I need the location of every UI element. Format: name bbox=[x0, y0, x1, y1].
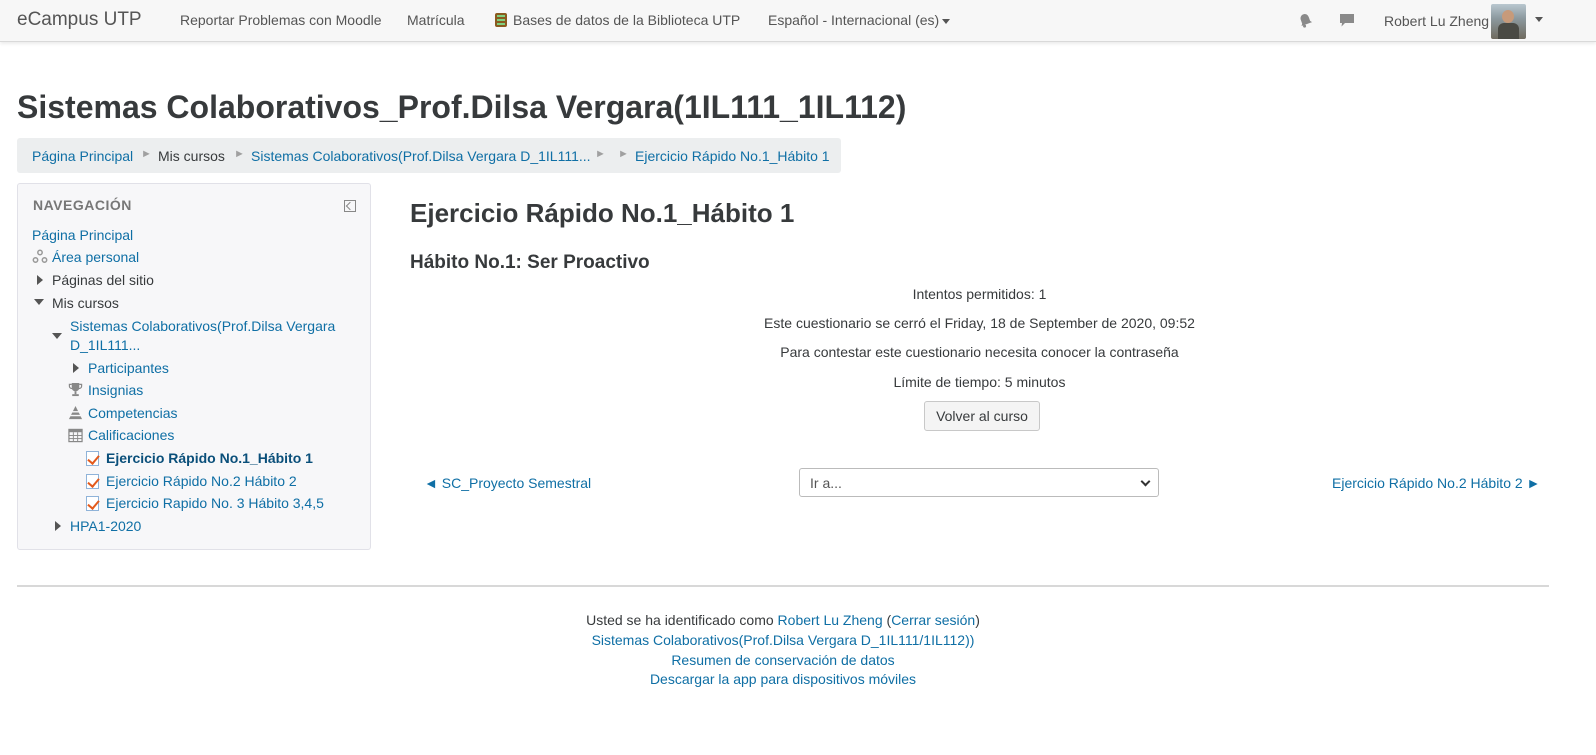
nav-item-participants[interactable]: Participantes bbox=[88, 359, 169, 377]
notifications-bell-icon[interactable] bbox=[1298, 13, 1313, 28]
chevron-down-icon bbox=[942, 18, 951, 24]
nav-item-quiz-1-active[interactable]: Ejercicio Rápido No.1_Hábito 1 bbox=[106, 449, 313, 467]
navigation-block-title: NAVEGACIÓN bbox=[33, 197, 132, 213]
expand-arrow-icon[interactable] bbox=[37, 275, 43, 285]
language-menu[interactable]: Español - Internacional (es) bbox=[768, 12, 951, 28]
nav-item-course[interactable]: Sistemas Colaborativos(Prof.Dilsa Vergar… bbox=[70, 317, 335, 335]
collapse-arrow-icon[interactable] bbox=[34, 299, 44, 305]
back-to-course-button[interactable]: Volver al curso bbox=[924, 401, 1040, 431]
nav-link-library-databases-label: Bases de datos de la Biblioteca UTP bbox=[513, 12, 741, 28]
nav-item-grades[interactable]: Calificaciones bbox=[88, 426, 174, 444]
nav-item-site-pages[interactable]: Páginas del sitio bbox=[52, 271, 154, 289]
page-title: Sistemas Colaborativos_Prof.Dilsa Vergar… bbox=[17, 89, 907, 125]
trophy-icon bbox=[68, 382, 83, 397]
nav-link-report-problems[interactable]: Reportar Problemas con Moodle bbox=[180, 12, 382, 28]
next-activity-link[interactable]: Ejercicio Rápido No.2 Hábito 2 ► bbox=[1332, 475, 1540, 491]
footer-data-retention-link[interactable]: Resumen de conservación de datos bbox=[671, 652, 894, 668]
nav-item-my-courses[interactable]: Mis cursos bbox=[52, 294, 119, 312]
collapse-arrow-icon[interactable] bbox=[52, 333, 62, 339]
dock-block-icon[interactable] bbox=[344, 200, 356, 212]
breadcrumb: Página Principal ► Mis cursos ► Sistemas… bbox=[17, 138, 841, 173]
competencies-icon bbox=[68, 405, 83, 420]
breadcrumb-separator-icon: ► bbox=[595, 148, 606, 160]
nav-item-home[interactable]: Página Principal bbox=[32, 226, 133, 244]
quiz-closed-date: Este cuestionario se cerró el Friday, 18… bbox=[764, 315, 1195, 331]
nav-item-quiz-2[interactable]: Ejercicio Rápido No.2 Hábito 2 bbox=[106, 472, 297, 490]
jump-to-activity-select-value: Ir a... bbox=[810, 475, 842, 491]
nav-item-quiz-3[interactable]: Ejercicio Rapido No. 3 Hábito 3,4,5 bbox=[106, 494, 324, 512]
footer-paren-close: ) bbox=[975, 612, 980, 628]
nav-item-dashboard[interactable]: Área personal bbox=[52, 248, 139, 266]
breadcrumb-home[interactable]: Página Principal bbox=[32, 148, 133, 164]
nav-item-hpa[interactable]: HPA1-2020 bbox=[70, 517, 141, 535]
breadcrumb-separator-icon: ► bbox=[141, 148, 152, 160]
quiz-icon bbox=[86, 474, 99, 489]
jump-to-activity-select[interactable]: Ir a... bbox=[799, 468, 1159, 497]
quiz-subheading: Hábito No.1: Ser Proactivo bbox=[410, 252, 650, 273]
nav-item-badges[interactable]: Insignias bbox=[88, 381, 143, 399]
footer-user-link[interactable]: Robert Lu Zheng bbox=[778, 612, 883, 628]
quiz-icon bbox=[86, 496, 99, 511]
grades-table-icon bbox=[68, 428, 83, 443]
navigation-block: NAVEGACIÓN Página Principal Área persona… bbox=[17, 183, 371, 550]
quiz-time-limit: Límite de tiempo: 5 minutos bbox=[893, 374, 1066, 390]
language-menu-label: Español - Internacional (es) bbox=[768, 12, 940, 28]
footer-course-link[interactable]: Sistemas Colaborativos(Prof.Dilsa Vergar… bbox=[592, 632, 975, 648]
quiz-icon bbox=[86, 451, 99, 466]
top-navbar: eCampus UTP Reportar Problemas con Moodl… bbox=[0, 0, 1596, 42]
breadcrumb-current-quiz[interactable]: Ejercicio Rápido No.1_Hábito 1 bbox=[635, 148, 830, 164]
quiz-heading: Ejercicio Rápido No.1_Hábito 1 bbox=[410, 198, 795, 228]
footer-divider bbox=[17, 585, 1549, 587]
expand-arrow-icon[interactable] bbox=[73, 363, 79, 373]
expand-arrow-icon[interactable] bbox=[55, 521, 61, 531]
site-brand-link[interactable]: eCampus UTP bbox=[17, 9, 142, 31]
breadcrumb-separator-icon: ► bbox=[618, 148, 629, 160]
quiz-attempts-allowed: Intentos permitidos: 1 bbox=[912, 286, 1047, 302]
nav-link-library-databases[interactable]: Bases de datos de la Biblioteca UTP bbox=[495, 12, 740, 28]
footer-mobile-app-link[interactable]: Descargar la app para dispositivos móvil… bbox=[650, 671, 916, 687]
breadcrumb-my-courses: Mis cursos bbox=[158, 148, 225, 164]
user-menu-name[interactable]: Robert Lu Zheng bbox=[1384, 13, 1489, 29]
nav-link-enrollment[interactable]: Matrícula bbox=[407, 12, 465, 28]
quiz-password-notice: Para contestar este cuestionario necesit… bbox=[780, 344, 1179, 360]
dashboard-icon bbox=[32, 249, 48, 263]
database-icon bbox=[495, 13, 507, 27]
nav-item-course-line2[interactable]: D_1IL111... bbox=[70, 336, 140, 354]
footer-login-info: Usted se ha identificado como Robert Lu … bbox=[0, 612, 1566, 628]
breadcrumb-course[interactable]: Sistemas Colaborativos(Prof.Dilsa Vergar… bbox=[251, 148, 591, 164]
previous-activity-link[interactable]: ◄ SC_Proyecto Semestral bbox=[424, 475, 591, 491]
user-avatar[interactable] bbox=[1491, 4, 1526, 39]
footer-logout-link[interactable]: Cerrar sesión bbox=[891, 612, 975, 628]
messages-chat-icon[interactable] bbox=[1339, 13, 1355, 28]
footer-logged-in-prefix: Usted se ha identificado como bbox=[586, 612, 774, 628]
user-menu-chevron-down-icon[interactable] bbox=[1535, 17, 1543, 22]
chevron-down-icon bbox=[1140, 476, 1151, 487]
nav-item-competencies[interactable]: Competencias bbox=[88, 404, 178, 422]
breadcrumb-separator-icon: ► bbox=[234, 148, 245, 160]
